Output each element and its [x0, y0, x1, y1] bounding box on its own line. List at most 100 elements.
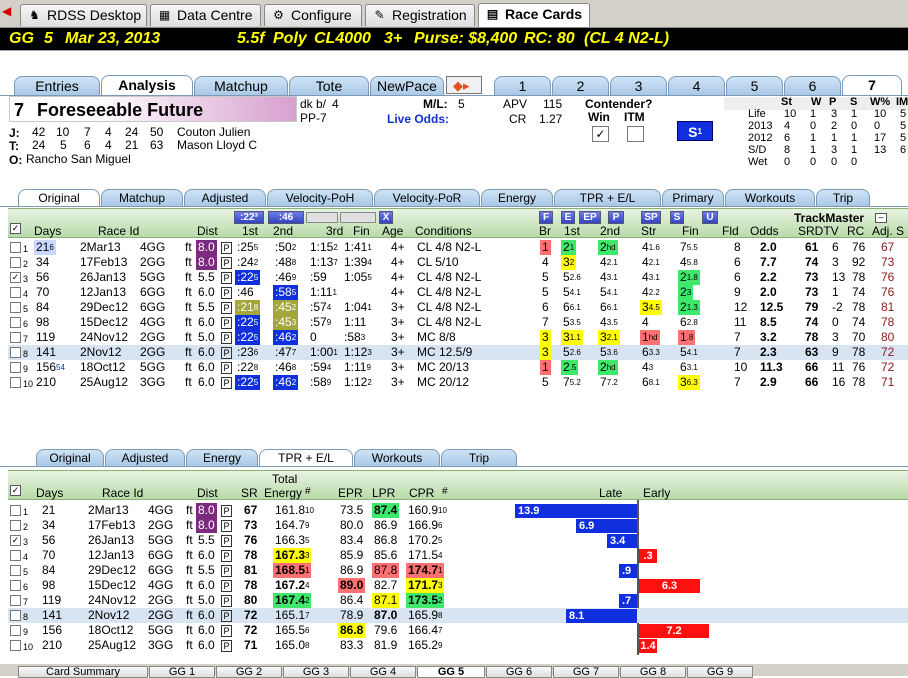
pp-tab-original[interactable]: Original: [18, 189, 100, 207]
clear-x-button[interactable]: X: [379, 211, 393, 224]
bottom-tab-card-summary[interactable]: Card Summary: [18, 666, 148, 678]
blank-sort-button-2[interactable]: [340, 212, 376, 223]
row-checkbox[interactable]: [10, 520, 21, 531]
row-checkbox[interactable]: [10, 625, 21, 636]
bottom-tab-gg2[interactable]: GG 2: [216, 666, 282, 678]
row-checkbox[interactable]: [10, 377, 21, 388]
pp-table-row[interactable]: 9 15654 18Oct12 5GG ft 6.0 P:228:468:594 1:119 3…: [8, 360, 908, 375]
pp-table-row[interactable]: 5 84 29Dec12 6GG ft 5.5 P:218:452:574 1:041 3+ CL…: [8, 300, 908, 315]
row-checkbox[interactable]: [10, 332, 21, 343]
filter-ep-button[interactable]: EP: [579, 211, 601, 224]
lower-tab-adjusted[interactable]: Adjusted: [105, 449, 185, 466]
row-checkbox[interactable]: [10, 580, 21, 591]
lower-table-row[interactable]: 9 156 18Oct12 5GG ft 6.0 P 72 165.56 86.8 79.6 166.…: [8, 623, 908, 638]
pace-diamond-button[interactable]: ◆▸: [446, 76, 482, 94]
lower-tab-workouts[interactable]: Workouts: [354, 449, 440, 466]
lower-table-row[interactable]: ✓ 3 56 26Jan13 5GG ft 5.5 P 76 166.35 83.4 86.8 170.…: [8, 533, 908, 548]
row-checkbox[interactable]: [10, 550, 21, 561]
sort-223-button[interactable]: :22³: [234, 211, 264, 224]
pp-tab-workouts[interactable]: Workouts: [725, 189, 815, 206]
bottom-tab-gg6[interactable]: GG 6: [486, 666, 552, 678]
row-checkbox[interactable]: [10, 287, 21, 298]
pp-table-row[interactable]: ✓ 3 56 26Jan13 5GG ft 5.5 P:225:469:59 1:055 4+ CL…: [8, 270, 908, 285]
lower-table-row[interactable]: 10 210 25Aug12 3GG ft 6.0 P 71 165.08 83.3 81.9 165…: [8, 638, 908, 653]
itm-checkbox[interactable]: [627, 126, 644, 142]
tab-entries[interactable]: Entries: [14, 76, 100, 95]
filter-f-button[interactable]: F: [539, 211, 553, 224]
pp-tab-velocity-por[interactable]: Velocity-PoR: [374, 189, 480, 206]
filter-sp-button[interactable]: SP: [641, 211, 661, 224]
bottom-tab-gg1[interactable]: GG 1: [149, 666, 215, 678]
tab-race-cards[interactable]: ▤ Race Cards: [478, 3, 590, 27]
blank-sort-button-1[interactable]: [306, 212, 338, 223]
bottom-tab-gg8[interactable]: GG 8: [620, 666, 686, 678]
row-checkbox[interactable]: [10, 565, 21, 576]
row-checkbox[interactable]: [10, 302, 21, 313]
pp-tab-velocity-poh[interactable]: Velocity-PoH: [267, 189, 373, 206]
tab-newpace[interactable]: NewPace: [370, 76, 444, 95]
lower-table-row[interactable]: 6 98 15Dec12 4GG ft 6.0 P 78 167.24 89.0 82.7 171.7…: [8, 578, 908, 593]
pp-tab-tpr-el[interactable]: TPR + E/L: [554, 189, 661, 206]
row-checkbox[interactable]: ✓: [10, 272, 21, 283]
tab-analysis[interactable]: Analysis: [101, 75, 193, 95]
lower-table-row[interactable]: 2 34 17Feb13 2GG ft 8.0 P 73 164.79 80.0 86.9 166.9…: [8, 518, 908, 533]
pp-tab-adjusted[interactable]: Adjusted: [184, 189, 266, 206]
row-checkbox[interactable]: [10, 610, 21, 621]
lower-table-row[interactable]: 8 141 2Nov12 2GG ft 6.0 P 72 165.17 78.9 87.0 165.9…: [8, 608, 908, 623]
lower-tab-energy[interactable]: Energy: [186, 449, 258, 466]
row-checkbox[interactable]: ✓: [10, 535, 21, 546]
row-checkbox[interactable]: [10, 362, 21, 373]
tab-configure[interactable]: ⚙ Configure: [264, 4, 362, 26]
horse-tab-1[interactable]: 1: [494, 76, 551, 95]
lower-tab-tpr-el[interactable]: TPR + E/L: [259, 449, 353, 467]
lower-select-all-checkbox[interactable]: ✓: [10, 485, 21, 496]
pp-table-row[interactable]: 6 98 15Dec12 4GG ft 6.0 P:225:453:579 1:11 3+ CL …: [8, 315, 908, 330]
bottom-tab-gg3[interactable]: GG 3: [283, 666, 349, 678]
bottom-tab-gg4[interactable]: GG 4: [350, 666, 416, 678]
pp-tab-trip[interactable]: Trip: [816, 189, 870, 206]
row-checkbox[interactable]: [10, 505, 21, 516]
tab-tote[interactable]: Tote: [289, 76, 369, 95]
horse-tab-4[interactable]: 4: [668, 76, 725, 95]
lower-table-row[interactable]: 1 21 2Mar13 4GG ft 8.0 P 67 161.810 73.5 87.4 160.9…: [8, 503, 908, 518]
filter-u-button[interactable]: U: [702, 211, 718, 224]
lower-table-row[interactable]: 4 70 12Jan13 6GG ft 6.0 P 78 167.33 85.9 85.6 171.5…: [8, 548, 908, 563]
tab-rdss-desktop[interactable]: ♞ RDSS Desktop: [20, 4, 147, 26]
horse-tab-6[interactable]: 6: [784, 76, 841, 95]
horse-tab-7[interactable]: 7: [842, 75, 902, 95]
lower-table-row[interactable]: 7 119 24Nov12 2GG ft 5.0 P 80 167.42 86.4 87.1 173.…: [8, 593, 908, 608]
collapse-button[interactable]: –: [875, 213, 887, 223]
lower-table-row[interactable]: 5 84 29Dec12 6GG ft 5.5 P 81 168.51 86.9 87.8 174.7…: [8, 563, 908, 578]
pp-table-row[interactable]: 8 141 2Nov12 2GG ft 6.0 P:236:477 1:001 1:123 3+ M…: [8, 345, 908, 360]
tab-data-centre[interactable]: ▦ Data Centre: [150, 4, 261, 26]
row-checkbox[interactable]: [10, 640, 21, 651]
pp-table-row[interactable]: 10 210 25Aug12 3GG ft 6.0 P:225:462:589 1:122 3+…: [8, 375, 908, 390]
tab-registration[interactable]: ✎ Registration: [365, 4, 475, 26]
row-checkbox[interactable]: [10, 347, 21, 358]
lower-tab-trip[interactable]: Trip: [441, 449, 517, 466]
pp-table-row[interactable]: 2 34 17Feb13 2GG ft 8.0 P:242:488 1:137 1:394 4+ C…: [8, 255, 908, 270]
pp-tab-energy[interactable]: Energy: [481, 189, 553, 206]
horse-tab-2[interactable]: 2: [552, 76, 609, 95]
filter-s-button[interactable]: S: [670, 211, 684, 224]
bottom-tab-gg5[interactable]: GG 5: [417, 666, 485, 678]
pp-tab-matchup[interactable]: Matchup: [101, 189, 183, 206]
horse-tab-3[interactable]: 3: [610, 76, 667, 95]
select-all-checkbox[interactable]: ✓: [10, 223, 21, 234]
row-checkbox[interactable]: [10, 595, 21, 606]
row-checkbox[interactable]: [10, 317, 21, 328]
pp-tab-primary[interactable]: Primary: [662, 189, 724, 206]
win-checkbox[interactable]: ✓: [592, 126, 609, 142]
bottom-tab-gg9[interactable]: GG 9: [687, 666, 753, 678]
pp-table-row[interactable]: 7 119 24Nov12 2GG ft 5.0 P:225:462 0:583 3+ MC 8/…: [8, 330, 908, 345]
row-checkbox[interactable]: [10, 242, 21, 253]
lower-tab-original[interactable]: Original: [36, 449, 104, 466]
sort-46-button[interactable]: :46: [268, 211, 304, 224]
horse-tab-5[interactable]: 5: [726, 76, 783, 95]
filter-p-button[interactable]: P: [608, 211, 624, 224]
back-arrow-icon[interactable]: ◀: [2, 4, 18, 18]
pp-table-row[interactable]: 1 216 2Mar13 4GG ft 8.0 P:255:502 1:152 1:411 4+ C…: [8, 240, 908, 255]
filter-e-button[interactable]: E: [561, 211, 575, 224]
tab-matchup[interactable]: Matchup: [194, 76, 288, 95]
pp-table-row[interactable]: 4 70 12Jan13 6GG ft 6.0 P:46:585 1:111 4+ CL 4/8 …: [8, 285, 908, 300]
